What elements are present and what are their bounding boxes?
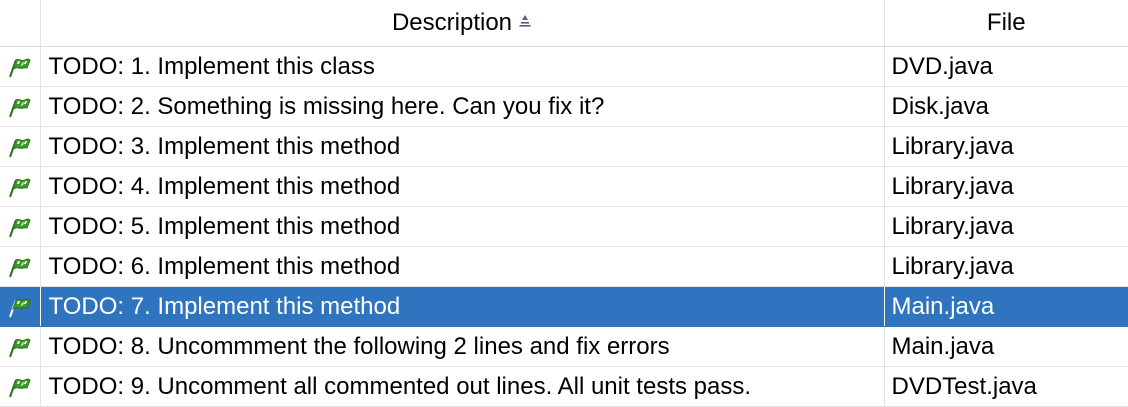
table-row[interactable]: TODO: 8. Uncommment the following 2 line… [0,326,1128,367]
column-header-icon[interactable] [0,0,41,47]
table-row[interactable]: TODO: 7. Implement this method Main.java [0,286,1128,327]
todo-flag-icon [8,98,31,118]
column-header-file-label: File [986,9,1026,36]
task-icon-cell[interactable] [0,206,41,247]
table-row[interactable]: TODO: 2. Something is missing here. Can … [0,86,1128,127]
task-file[interactable]: DVDTest.java [884,366,1128,407]
tasks-table: Description File TODO: 1. Implement this… [0,0,1128,407]
todo-flag-icon [8,298,31,318]
table-row[interactable]: TODO: 1. Implement this class DVD.java [0,46,1128,87]
table-row[interactable]: TODO: 4. Implement this method Library.j… [0,166,1128,207]
task-icon-cell[interactable] [0,86,41,127]
task-file[interactable]: Library.java [884,166,1128,207]
task-description[interactable]: TODO: 2. Something is missing here. Can … [40,86,885,127]
task-description[interactable]: TODO: 4. Implement this method [40,166,885,207]
task-icon-cell[interactable] [0,366,41,407]
todo-flag-icon [8,138,31,158]
task-icon-cell[interactable] [0,286,41,327]
column-header-file[interactable]: File [884,0,1128,47]
todo-flag-icon [8,258,31,278]
task-description[interactable]: TODO: 6. Implement this method [40,246,885,287]
column-header-description-label: Description [391,9,513,36]
task-description[interactable]: TODO: 3. Implement this method [40,126,885,167]
todo-flag-icon [8,58,31,78]
table-row[interactable]: TODO: 6. Implement this method Library.j… [0,246,1128,287]
task-icon-cell[interactable] [0,126,41,167]
task-file[interactable]: Library.java [884,246,1128,287]
task-file[interactable]: Main.java [884,286,1128,327]
task-description[interactable]: TODO: 5. Implement this method [40,206,885,247]
task-description[interactable]: TODO: 7. Implement this method [40,286,885,327]
todo-flag-icon [8,218,31,238]
table-header: Description File [0,0,1128,47]
task-file[interactable]: Library.java [884,126,1128,167]
todo-flag-icon [8,338,31,358]
todo-flag-icon [8,178,31,198]
task-file[interactable]: Disk.java [884,86,1128,127]
table-row[interactable]: TODO: 9. Uncomment all commented out lin… [0,366,1128,407]
task-icon-cell[interactable] [0,46,41,87]
table-row[interactable]: TODO: 5. Implement this method Library.j… [0,206,1128,247]
task-description[interactable]: TODO: 8. Uncommment the following 2 line… [40,326,885,367]
task-description[interactable]: TODO: 9. Uncomment all commented out lin… [40,366,885,407]
task-file[interactable]: Main.java [884,326,1128,367]
task-file[interactable]: Library.java [884,206,1128,247]
task-icon-cell[interactable] [0,326,41,367]
sort-ascending-icon [519,15,531,27]
task-description[interactable]: TODO: 1. Implement this class [40,46,885,87]
task-icon-cell[interactable] [0,166,41,207]
table-row[interactable]: TODO: 3. Implement this method Library.j… [0,126,1128,167]
column-header-description[interactable]: Description [40,0,885,47]
task-icon-cell[interactable] [0,246,41,287]
task-file[interactable]: DVD.java [884,46,1128,87]
todo-flag-icon [8,378,31,398]
